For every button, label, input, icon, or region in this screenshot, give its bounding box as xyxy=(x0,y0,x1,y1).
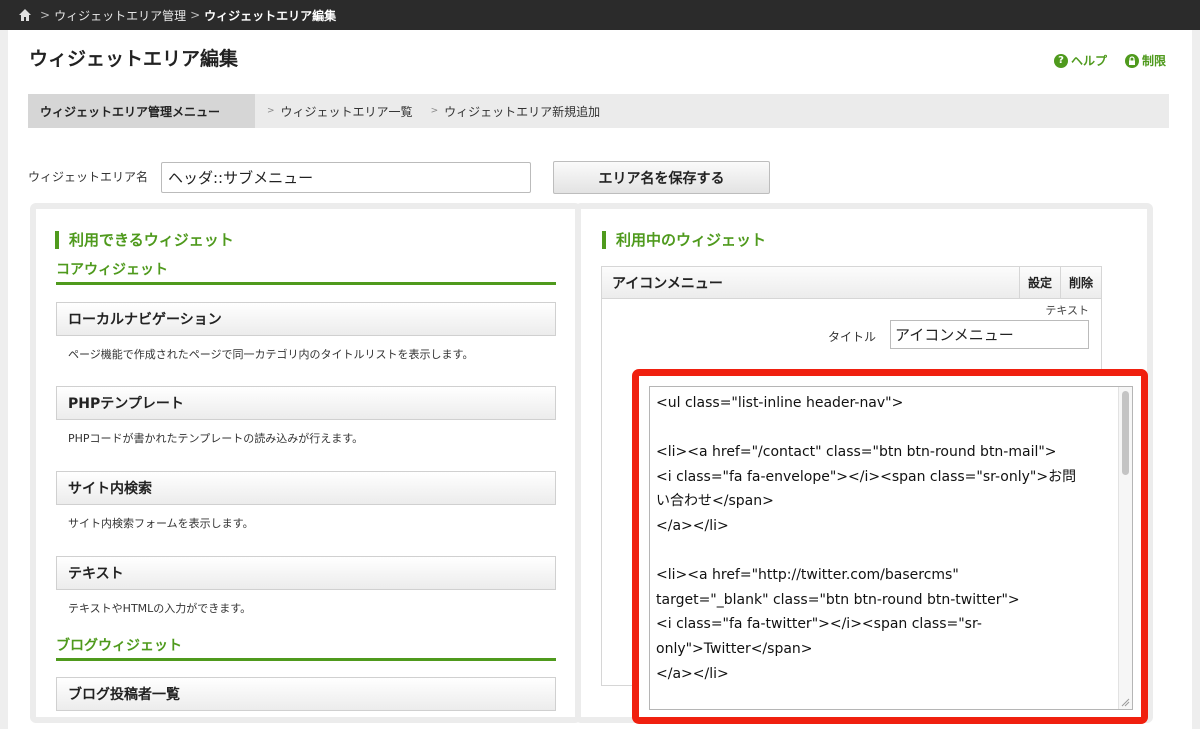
used-widget-header[interactable]: アイコンメニュー 設定 削除 xyxy=(602,266,1101,299)
code-line: <ul class="list-inline header-nav"> xyxy=(656,395,904,411)
top-links: ? ヘルプ 制限 xyxy=(1053,52,1166,69)
breadcrumb-current: ウィジェットエリア編集 xyxy=(204,8,337,23)
widget-type-label: テキスト xyxy=(1045,304,1089,317)
restrict-link[interactable]: 制限 xyxy=(1124,52,1166,69)
widget-description: テキストやHTMLの入力ができます。 xyxy=(68,602,252,615)
widget-local-navigation[interactable]: ローカルナビゲーション xyxy=(56,302,556,336)
code-line: <li><a href="http://twitter.com/basercms… xyxy=(656,567,959,584)
widget-settings-button[interactable]: 設定 xyxy=(1018,266,1060,299)
submenu-link-widget-area-list[interactable]: > ウィジェットエリア一覧 xyxy=(267,103,413,120)
code-line: い合わせ</span> xyxy=(656,493,774,510)
chevron-right-icon: > xyxy=(267,106,275,116)
code-line: only">Twitter</span> xyxy=(656,640,813,657)
area-name-label: ウィジェットエリア名 xyxy=(28,170,149,184)
widget-php-template[interactable]: PHPテンプレート xyxy=(56,386,556,420)
widget-title-label: タイトル xyxy=(828,330,877,344)
widget-delete-button[interactable]: 削除 xyxy=(1059,266,1101,299)
highlight-box: <ul class="list-inline header-nav"> <li>… xyxy=(632,369,1148,724)
breadcrumb: > ウィジェットエリア管理 > ウィジェットエリア編集 xyxy=(0,0,1200,30)
help-label: ヘルプ xyxy=(1070,54,1107,68)
breadcrumb-widget-area-management[interactable]: ウィジェットエリア管理 xyxy=(54,7,186,24)
widget-blog-authors[interactable]: ブログ投稿者一覧 xyxy=(56,677,556,711)
lock-icon xyxy=(1124,53,1139,68)
help-link[interactable]: ? ヘルプ xyxy=(1053,52,1107,69)
resize-grip-icon[interactable] xyxy=(1120,697,1130,707)
code-line: <li><a href="/contact" class="btn btn-ro… xyxy=(656,444,1057,461)
save-area-name-button[interactable]: エリア名を保存する xyxy=(553,161,770,194)
code-line: </a></li> xyxy=(656,665,729,682)
widget-title-input[interactable]: アイコンメニュー xyxy=(890,320,1089,349)
widget-site-search[interactable]: サイト内検索 xyxy=(56,471,556,505)
widget-description: ページ機能で作成されたページで同一カテゴリ内のタイトルリストを表示します。 xyxy=(68,348,474,361)
chevron-right-icon: > xyxy=(430,106,439,116)
blog-widgets-section-heading: ブログウィジェット xyxy=(56,635,556,661)
widget-text[interactable]: テキスト xyxy=(56,556,556,590)
home-icon[interactable] xyxy=(18,8,32,22)
breadcrumb-separator: > xyxy=(40,8,51,22)
widget-text-textarea[interactable]: <ul class="list-inline header-nav"> <li>… xyxy=(649,386,1133,710)
widget-description: サイト内検索フォームを表示します。 xyxy=(68,517,254,530)
code-line: target="_blank" class="btn btn-round btn… xyxy=(656,591,1020,608)
available-widgets-panel: 利用できるウィジェット コアウィジェット ローカルナビゲーション ページ機能で作… xyxy=(30,203,581,723)
textarea-scrollbar[interactable] xyxy=(1118,387,1132,709)
code-line: <i class="fa fa-envelope"></i><span clas… xyxy=(656,468,1077,485)
widget-description: PHPコードが書かれたテンプレートの読み込みが行えます。 xyxy=(68,432,364,445)
used-widget-name: アイコンメニュー xyxy=(612,275,723,292)
scrollbar-thumb[interactable] xyxy=(1122,391,1129,475)
help-icon: ? xyxy=(1053,53,1068,68)
code-line: </a></li> xyxy=(656,517,729,534)
used-widgets-title: 利用中のウィジェット xyxy=(602,231,766,249)
submenu-link-widget-area-add[interactable]: > ウィジェットエリア新規追加 xyxy=(431,103,601,120)
core-widgets-section-heading: コアウィジェット xyxy=(56,259,556,285)
submenu-link-label: ウィジェットエリア一覧 xyxy=(280,104,413,119)
submenu-heading: ウィジェットエリア管理メニュー xyxy=(28,94,255,128)
code-line: <i class="fa fa-twitter"></i><span class… xyxy=(656,616,982,633)
area-name-input[interactable] xyxy=(161,162,531,193)
restrict-label: 制限 xyxy=(1141,54,1166,68)
available-widgets-title: 利用できるウィジェット xyxy=(55,231,234,249)
submenu-link-label: ウィジェットエリア新規追加 xyxy=(444,104,601,119)
breadcrumb-separator: > xyxy=(190,8,201,22)
page-title: ウィジェットエリア編集 xyxy=(29,48,239,70)
submenu: ウィジェットエリア管理メニュー > ウィジェットエリア一覧 > ウィジェットエリ… xyxy=(28,94,1169,128)
